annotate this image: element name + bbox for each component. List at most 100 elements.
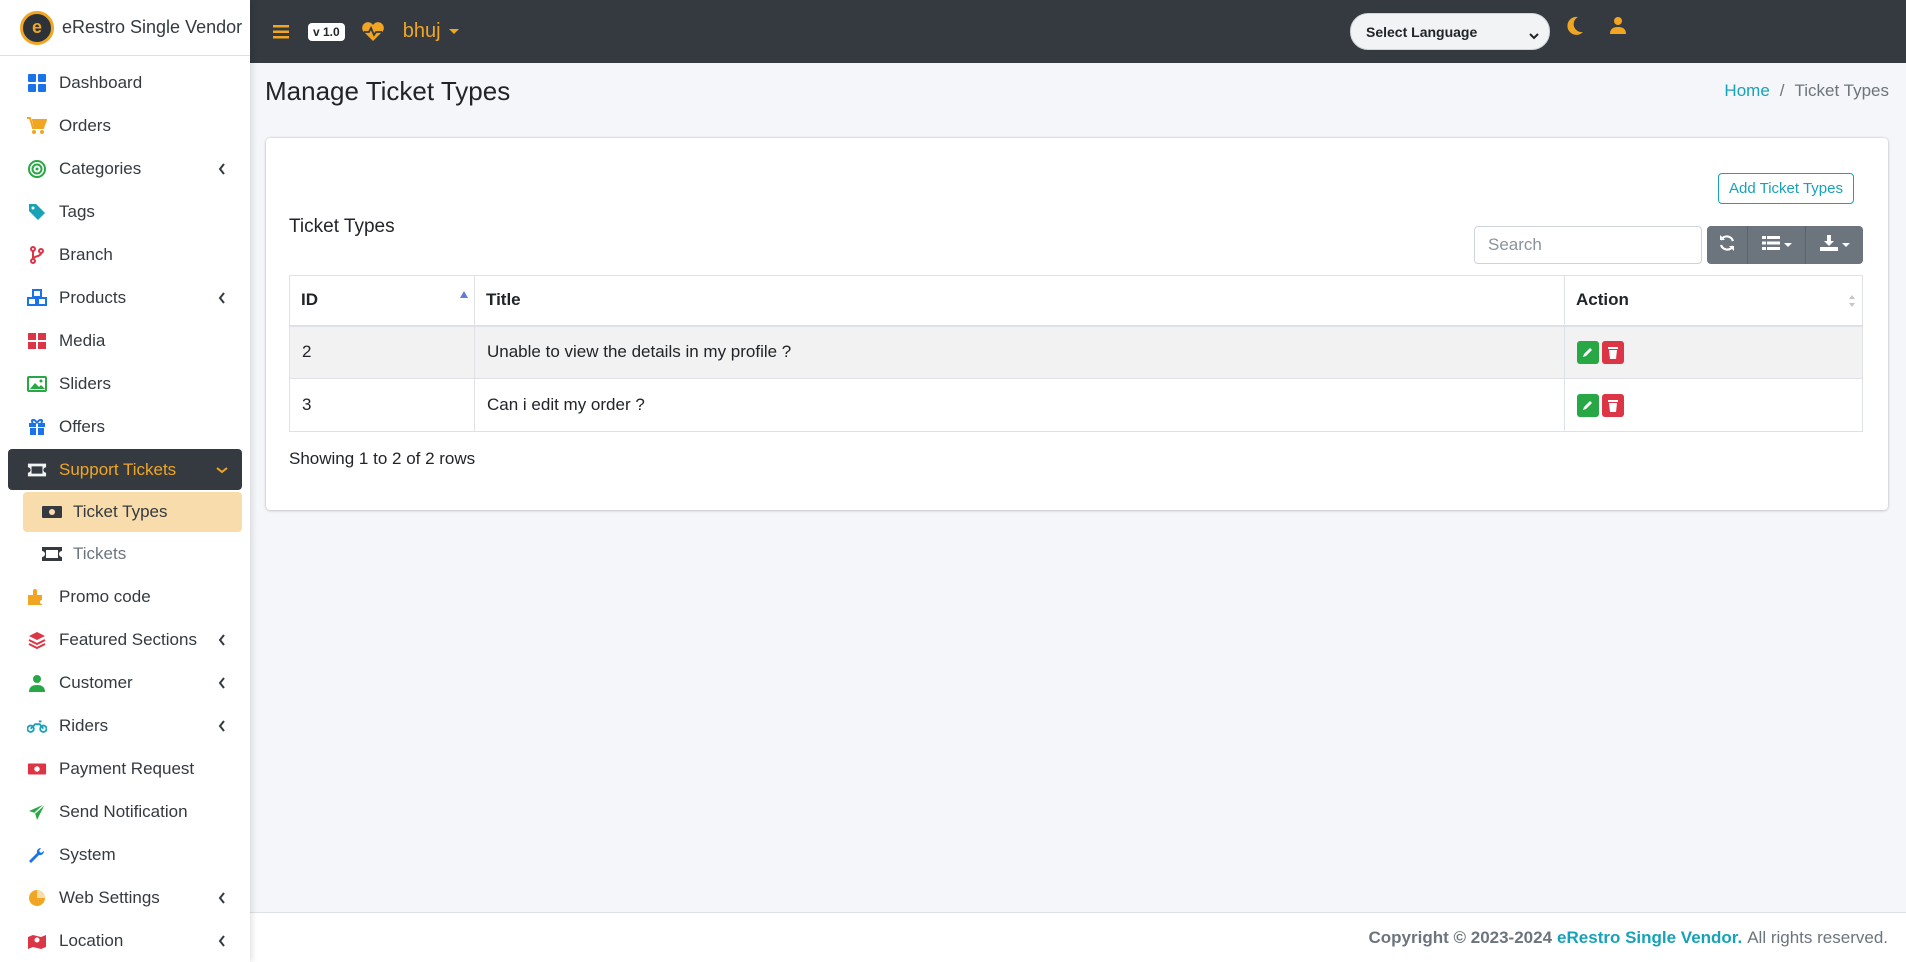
table-header-row: ID Title Action bbox=[289, 275, 1863, 327]
sort-icon bbox=[1848, 293, 1856, 313]
sidebar-item-label: Offers bbox=[59, 416, 105, 436]
moon-icon[interactable] bbox=[1566, 16, 1584, 41]
caret-down-icon bbox=[1783, 243, 1792, 247]
list-icon bbox=[1761, 235, 1780, 255]
sidebar-item-dashboard[interactable]: Dashboard bbox=[8, 62, 242, 103]
sidebar-item-support-tickets[interactable]: Support Tickets bbox=[8, 449, 242, 490]
card-heading: Ticket Types bbox=[289, 216, 395, 237]
sidebar-item-branch[interactable]: Branch bbox=[8, 234, 242, 275]
sidebar-item-featured-sections[interactable]: Featured Sections bbox=[8, 619, 242, 660]
caret-down-icon bbox=[448, 29, 459, 34]
sidebar-item-categories[interactable]: Categories bbox=[8, 148, 242, 189]
sidebar-item-label: Media bbox=[59, 330, 106, 350]
user-dropdown[interactable]: bhuj bbox=[403, 20, 459, 43]
chevron-left-icon bbox=[216, 291, 228, 304]
column-header-title: Title bbox=[474, 275, 1565, 327]
table-row: 3 Can i edit my order ? bbox=[289, 378, 1863, 432]
add-ticket-types-button[interactable]: Add Ticket Types bbox=[1718, 173, 1854, 204]
language-select-value: Select Language bbox=[1366, 23, 1478, 40]
chevron-down-icon bbox=[1529, 28, 1539, 40]
paper-plane-icon bbox=[27, 802, 47, 822]
sidebar-item-riders[interactable]: Riders bbox=[8, 705, 242, 746]
cell-title: Can i edit my order ? bbox=[474, 378, 1565, 432]
sidebar-item-label: Send Notification bbox=[59, 801, 188, 821]
brand[interactable]: e eRestro Single Vendor bbox=[0, 0, 250, 56]
pencil-icon bbox=[1583, 401, 1592, 410]
dashboard-icon bbox=[27, 73, 47, 93]
export-button[interactable] bbox=[1805, 226, 1863, 264]
motorcycle-icon bbox=[27, 716, 47, 736]
chevron-left-icon bbox=[216, 676, 228, 689]
language-select[interactable]: Select Language bbox=[1350, 13, 1550, 50]
refresh-button[interactable] bbox=[1707, 226, 1747, 264]
image-icon bbox=[27, 374, 47, 394]
chevron-down-icon bbox=[216, 464, 228, 476]
sidebar-nav: Dashboard Orders Categories Tags Branch … bbox=[0, 56, 250, 961]
download-icon bbox=[1819, 234, 1838, 256]
table-row: 2 Unable to view the details in my profi… bbox=[289, 325, 1863, 379]
sidebar-item-media[interactable]: Media bbox=[8, 320, 242, 361]
sidebar-item-promo-code[interactable]: Promo code bbox=[8, 576, 242, 617]
footer-rights: All rights reserved. bbox=[1747, 927, 1888, 947]
cell-id: 2 bbox=[289, 325, 475, 379]
sidebar-subitem-label: Ticket Types bbox=[73, 502, 168, 521]
sidebar-item-tags[interactable]: Tags bbox=[8, 191, 242, 232]
ticket-icon bbox=[41, 544, 63, 564]
breadcrumb-home-link[interactable]: Home bbox=[1724, 81, 1769, 101]
sidebar-item-offers[interactable]: Offers bbox=[8, 406, 242, 447]
ticket-types-card: Add Ticket Types Ticket Types Search ID … bbox=[266, 138, 1888, 510]
top-navbar: v 1.0 bhuj bbox=[250, 0, 1906, 63]
edit-button[interactable] bbox=[1577, 393, 1599, 417]
search-input[interactable]: Search bbox=[1474, 226, 1702, 264]
sidebar-item-payment-request[interactable]: Payment Request bbox=[8, 748, 242, 789]
money-icon bbox=[27, 759, 47, 779]
sidebar-item-label: Location bbox=[59, 930, 124, 950]
sidebar-item-label: Web Settings bbox=[59, 887, 160, 907]
brand-name: eRestro Single Vendor bbox=[62, 17, 243, 37]
sidebar-item-label: Branch bbox=[59, 244, 113, 264]
user-icon bbox=[27, 673, 47, 693]
tag-icon bbox=[27, 202, 47, 222]
delete-button[interactable] bbox=[1602, 340, 1624, 364]
breadcrumb-separator: / bbox=[1779, 81, 1785, 100]
column-header-id[interactable]: ID bbox=[289, 275, 475, 327]
sidebar-item-products[interactable]: Products bbox=[8, 277, 242, 318]
sidebar-item-orders[interactable]: Orders bbox=[8, 105, 242, 146]
chevron-left-icon bbox=[216, 719, 228, 732]
pencil-icon bbox=[1583, 348, 1592, 358]
caret-down-icon bbox=[1841, 243, 1850, 247]
edit-button[interactable] bbox=[1577, 340, 1599, 364]
trash-icon bbox=[1608, 346, 1618, 359]
sidebar-item-system[interactable]: System bbox=[8, 834, 242, 875]
version-badge: v 1.0 bbox=[308, 22, 345, 41]
branch-icon bbox=[27, 245, 47, 265]
sidebar-item-label: Dashboard bbox=[59, 72, 143, 92]
hamburger-menu-icon[interactable] bbox=[272, 23, 290, 41]
wrench-icon bbox=[27, 845, 47, 865]
target-icon bbox=[27, 159, 47, 179]
sidebar-item-label: Categories bbox=[59, 158, 142, 178]
sidebar-item-web-settings[interactable]: Web Settings bbox=[8, 877, 242, 918]
ticket-icon bbox=[27, 460, 47, 480]
sidebar-subitem-ticket-types[interactable]: Ticket Types bbox=[23, 492, 242, 532]
layers-icon bbox=[27, 630, 47, 650]
sort-asc-icon bbox=[460, 291, 468, 298]
column-header-label: ID bbox=[301, 290, 318, 310]
delete-button[interactable] bbox=[1602, 393, 1624, 417]
map-icon bbox=[27, 931, 47, 951]
user-profile-icon[interactable] bbox=[1610, 16, 1626, 39]
cart-icon bbox=[27, 116, 47, 136]
sidebar-item-location[interactable]: Location bbox=[8, 920, 242, 961]
sidebar-subitem-tickets[interactable]: Tickets bbox=[23, 534, 242, 574]
cell-id: 3 bbox=[289, 378, 475, 432]
column-header-action[interactable]: Action bbox=[1564, 275, 1863, 327]
heartbeat-icon[interactable] bbox=[361, 21, 385, 42]
sidebar-item-label: Promo code bbox=[59, 586, 151, 606]
pagination-info: Showing 1 to 2 of 2 rows bbox=[289, 449, 476, 468]
columns-toggle-button[interactable] bbox=[1747, 226, 1805, 264]
sidebar-item-sliders[interactable]: Sliders bbox=[8, 363, 242, 404]
footer-brand-link[interactable]: eRestro Single Vendor. bbox=[1557, 928, 1742, 948]
ticket-types-table: ID Title Action 2 Unable to view the det… bbox=[289, 275, 1863, 432]
sidebar-item-send-notification[interactable]: Send Notification bbox=[8, 791, 242, 832]
sidebar-item-customer[interactable]: Customer bbox=[8, 662, 242, 703]
